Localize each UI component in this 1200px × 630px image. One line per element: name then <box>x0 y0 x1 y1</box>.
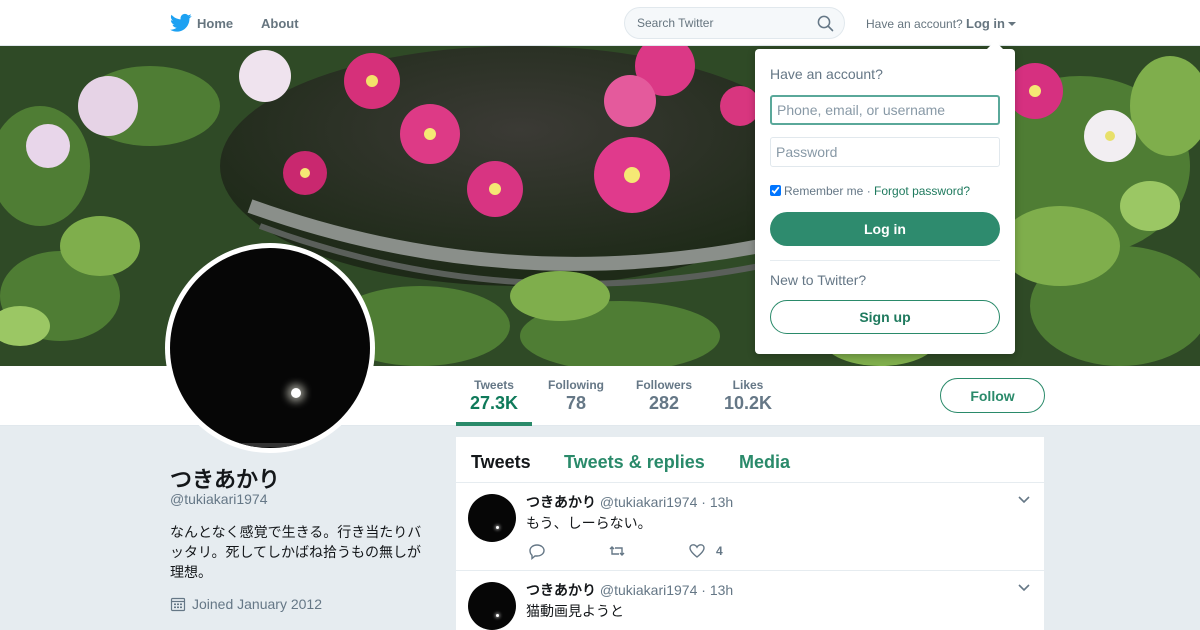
stat-value: 78 <box>565 393 587 413</box>
remember-me-label[interactable]: Remember me <box>784 184 863 198</box>
tweet-timestamp[interactable]: 13h <box>710 494 733 510</box>
divider <box>770 260 1000 261</box>
stat-tweets[interactable]: Tweets 27.3K <box>455 378 533 426</box>
chevron-down-icon[interactable] <box>1018 496 1030 504</box>
nav-home-link[interactable]: Home <box>197 16 233 31</box>
timeline-tabs: Tweets Tweets & replies Media <box>456 437 1044 483</box>
stat-label: Likes <box>732 378 764 392</box>
top-nav: Home About Have an account? Log in <box>0 0 1200 46</box>
nav-about-link[interactable]: About <box>261 16 299 31</box>
joined-date: Joined January 2012 <box>170 596 322 612</box>
tweet-text: もう、しーらない。 <box>526 515 652 531</box>
avatar-ground <box>230 443 310 447</box>
search-icon[interactable] <box>817 15 834 32</box>
stat-label: Tweets <box>474 378 514 392</box>
search-input[interactable] <box>637 16 807 30</box>
tab-media[interactable]: Media <box>739 452 790 473</box>
stat-following[interactable]: Following 78 <box>548 378 604 414</box>
like-icon[interactable] <box>688 542 706 560</box>
stat-value: 282 <box>648 393 680 413</box>
retweet-icon[interactable] <box>608 542 626 560</box>
stat-value: 27.3K <box>470 393 519 413</box>
have-account-text: Have an account? <box>866 17 963 31</box>
tweet-author-name[interactable]: つきあかり <box>526 582 596 598</box>
tab-tweets[interactable]: Tweets <box>471 452 531 473</box>
username-field[interactable] <box>770 95 1000 125</box>
signup-button[interactable]: Sign up <box>770 300 1000 334</box>
timeline: Tweets Tweets & replies Media つきあかり @tuk… <box>456 437 1044 630</box>
profile-name[interactable]: つきあかり <box>170 462 280 494</box>
tweet-header: つきあかり @tukiakari1974 · 13h <box>526 492 733 512</box>
stat-likes[interactable]: Likes 10.2K <box>724 378 772 414</box>
tweet-timestamp[interactable]: 13h <box>710 582 733 598</box>
moon-image <box>496 614 499 617</box>
caret-down-icon <box>1008 22 1016 26</box>
dropdown-arrow <box>987 41 1003 49</box>
stat-label: Following <box>548 378 604 392</box>
remember-me-row: Remember me · Forgot password? <box>770 184 970 198</box>
tweet-header: つきあかり @tukiakari1974 · 13h <box>526 580 733 600</box>
remember-me-checkbox[interactable] <box>770 185 781 196</box>
reply-icon[interactable] <box>528 542 546 560</box>
calendar-icon <box>170 597 186 612</box>
stat-value: 10.2K <box>724 393 773 413</box>
login-toggle-label: Log in <box>966 16 1005 31</box>
login-dropdown-toggle[interactable]: Log in <box>966 16 1016 31</box>
forgot-password-link[interactable]: Forgot password? <box>874 184 970 198</box>
password-field[interactable] <box>770 137 1000 167</box>
search-box <box>624 7 845 39</box>
like-count: 4 <box>716 544 723 558</box>
profile-handle[interactable]: @tukiakari1974 <box>170 491 268 507</box>
moon-image <box>496 526 499 529</box>
new-to-twitter-text: New to Twitter? <box>770 272 867 288</box>
tweet-author-handle[interactable]: @tukiakari1974 <box>600 494 698 510</box>
login-dropdown: Have an account? Remember me · Forgot pa… <box>755 41 1015 354</box>
tweet-text: 猫動画見ようと <box>526 603 624 619</box>
moon-image <box>291 388 301 398</box>
joined-text: Joined January 2012 <box>192 596 322 612</box>
tweet-avatar[interactable] <box>468 494 516 542</box>
tweet-author-name[interactable]: つきあかり <box>526 494 596 510</box>
avatar-image <box>170 248 370 448</box>
follow-button[interactable]: Follow <box>940 378 1045 413</box>
profile-bio: なんとなく感覚で生きる。行き当たりバッタリ。死してしかばね拾うもの無しが理想。 <box>170 524 422 580</box>
tweet-avatar[interactable] <box>468 582 516 630</box>
login-dropdown-title: Have an account? <box>770 66 883 82</box>
tweet-separator: · <box>701 494 706 510</box>
login-button[interactable]: Log in <box>770 212 1000 246</box>
tweet-author-handle[interactable]: @tukiakari1974 <box>600 582 698 598</box>
twitter-bird-icon[interactable] <box>170 13 192 33</box>
remember-separator: · <box>866 184 871 198</box>
stat-followers[interactable]: Followers 282 <box>636 378 692 414</box>
tweet-item[interactable]: つきあかり @tukiakari1974 · 13h 猫動画見ようと <box>456 571 1044 630</box>
stat-label: Followers <box>636 378 693 392</box>
tweet-separator: · <box>701 582 706 598</box>
chevron-down-icon[interactable] <box>1018 584 1030 592</box>
profile-avatar[interactable] <box>165 243 375 453</box>
tweet-item[interactable]: つきあかり @tukiakari1974 · 13h もう、しーらない。 4 <box>456 483 1044 571</box>
tab-tweets-replies[interactable]: Tweets & replies <box>564 452 705 473</box>
